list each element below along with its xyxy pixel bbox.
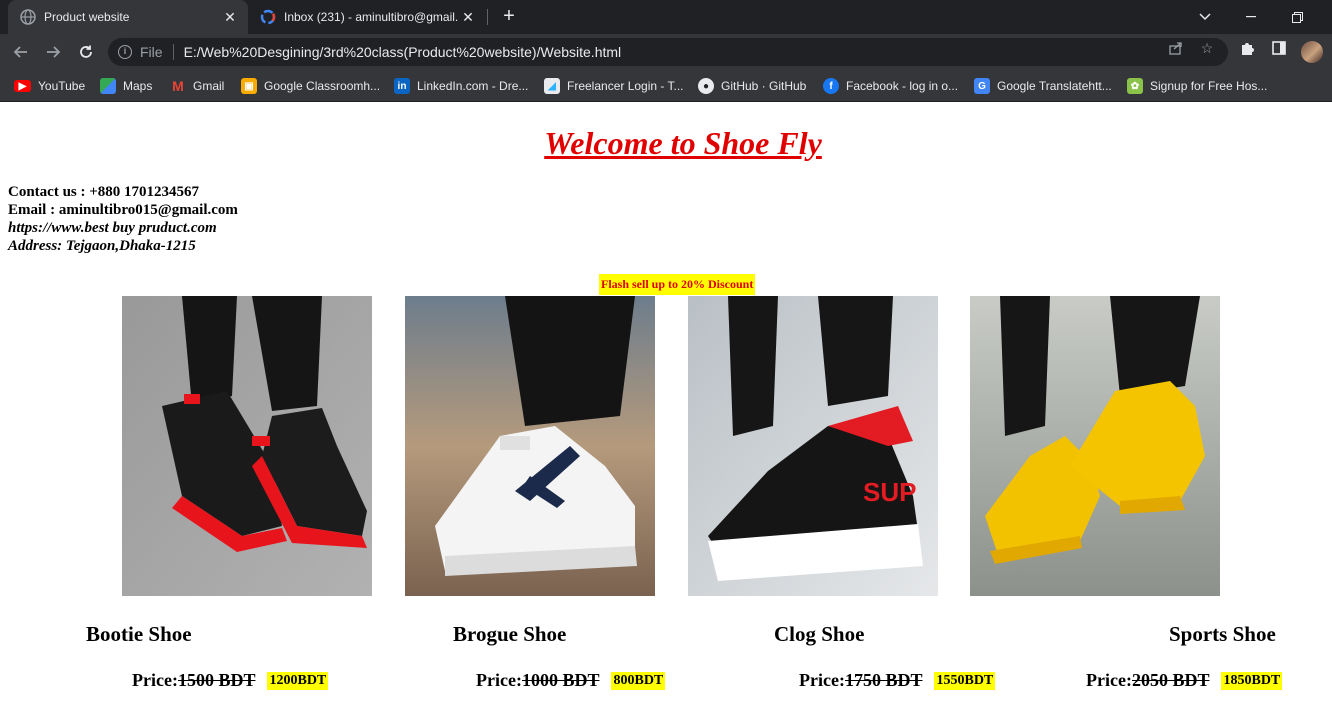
share-icon[interactable] — [1168, 40, 1184, 56]
github-icon: ● — [698, 78, 714, 94]
tab-search-icon[interactable] — [1182, 0, 1228, 34]
old-price: 1000 BDT — [521, 670, 600, 690]
facebook-icon: f — [823, 78, 839, 94]
product-price: Price: 1000 BDT 800BDT — [476, 670, 666, 691]
bookmarks-bar: ▶ YouTube Maps M Gmail ▣ Google Classroo… — [0, 70, 1332, 102]
product-image-bootie — [122, 296, 372, 596]
product-price: Price: 1750 BDT 1550BDT — [799, 670, 996, 691]
discount-price: 1550BDT — [934, 671, 996, 690]
restore-button[interactable] — [1274, 0, 1320, 34]
new-tab-button[interactable]: + — [498, 5, 520, 27]
gmail-icon — [260, 9, 276, 25]
product-price: Price: 1500 BDT 1200BDT — [132, 670, 329, 691]
price-label: Price: — [132, 670, 178, 690]
tab-divider — [487, 9, 488, 25]
bookmark-translate[interactable]: G Google Translatehtt... — [974, 76, 1112, 96]
extensions-icon[interactable] — [1239, 40, 1255, 56]
svg-text:SUP: SUP — [863, 477, 916, 507]
contact-email: Email : aminultibro015@gmail.com — [8, 202, 238, 218]
contact-phone: Contact us : +880 1701234567 — [8, 184, 200, 200]
close-tab-icon[interactable]: ✕ — [460, 9, 476, 26]
tab-strip: Product website ✕ Inbox (231) - aminulti… — [0, 0, 1332, 34]
globe-icon — [20, 9, 36, 25]
tab-title: Inbox (231) - aminultibro@gmail. — [284, 10, 459, 24]
browser-toolbar: i File E:/Web%20Desgining/3rd%20class(Pr… — [0, 34, 1332, 70]
classroom-icon: ▣ — [241, 78, 257, 94]
back-button[interactable] — [8, 39, 34, 65]
site-info-icon[interactable]: i — [118, 45, 132, 59]
product-image-brogue — [405, 296, 655, 596]
hosting-icon: ✿ — [1127, 78, 1143, 94]
freelancer-icon: ◢ — [544, 78, 560, 94]
profile-avatar[interactable] — [1301, 41, 1323, 63]
bookmark-hosting[interactable]: ✿ Signup for Free Hos... — [1127, 76, 1267, 96]
page-title: Welcome to Shoe Fly — [544, 125, 822, 161]
product-name: Sports Shoe — [1169, 622, 1276, 646]
translate-icon: G — [974, 78, 990, 94]
forward-button[interactable] — [40, 39, 66, 65]
maps-icon — [100, 78, 116, 94]
minimize-button[interactable] — [1228, 0, 1274, 34]
bookmark-facebook[interactable]: f Facebook - log in o... — [823, 76, 958, 96]
contact-address: Address: Tejgaon,Dhaka-1215 — [8, 238, 196, 254]
bookmark-maps[interactable]: Maps — [100, 76, 152, 96]
bookmark-star-icon[interactable]: ☆ — [1199, 40, 1215, 56]
product-image-sports — [970, 296, 1220, 596]
old-price: 1500 BDT — [177, 670, 256, 690]
bookmark-github[interactable]: ● GitHub · GitHub — [698, 76, 806, 96]
price-label: Price: — [476, 670, 522, 690]
bookmark-youtube[interactable]: ▶ YouTube — [14, 76, 85, 96]
discount-price: 800BDT — [611, 671, 666, 690]
side-panel-icon[interactable] — [1271, 40, 1287, 56]
price-label: Price: — [1086, 670, 1132, 690]
contact-block: Contact us : +880 1701234567 Email : ami… — [8, 183, 238, 255]
address-url: E:/Web%20Desgining/3rd%20class(Product%2… — [183, 44, 622, 60]
bookmark-linkedin[interactable]: in LinkedIn.com - Dre... — [394, 76, 528, 96]
linkedin-icon: in — [394, 78, 410, 94]
bookmark-classroom[interactable]: ▣ Google Classroomh... — [241, 76, 380, 96]
close-tab-icon[interactable]: ✕ — [222, 9, 238, 26]
address-bar[interactable]: i File E:/Web%20Desgining/3rd%20class(Pr… — [108, 38, 1228, 66]
page-content: Welcome to Shoe Fly Contact us : +880 17… — [0, 103, 1332, 723]
product-name: Clog Shoe — [774, 622, 865, 646]
discount-price: 1200BDT — [267, 671, 329, 690]
gmail-icon: M — [172, 78, 184, 94]
bookmark-freelancer[interactable]: ◢ Freelancer Login - T... — [544, 76, 684, 96]
reload-button[interactable] — [73, 39, 99, 65]
price-label: Price: — [799, 670, 845, 690]
discount-price: 1850BDT — [1221, 671, 1283, 690]
old-price: 2050 BDT — [1131, 670, 1210, 690]
product-image-clog: SUP — [688, 296, 938, 596]
product-price: Price: 2050 BDT 1850BDT — [1086, 670, 1283, 691]
contact-website: https://www.best buy pruduct.com — [8, 220, 217, 236]
bookmark-gmail[interactable]: M Gmail — [170, 76, 224, 96]
youtube-icon: ▶ — [14, 80, 31, 92]
tab-product-website[interactable]: Product website ✕ — [8, 0, 248, 34]
product-name: Bootie Shoe — [86, 622, 192, 646]
old-price: 1750 BDT — [844, 670, 923, 690]
tab-inbox[interactable]: Inbox (231) - aminultibro@gmail. ✕ — [250, 0, 486, 34]
tab-title: Product website — [44, 10, 130, 24]
address-scheme: File — [140, 44, 163, 60]
product-name: Brogue Shoe — [453, 622, 567, 646]
flash-sale-banner: Flash sell up to 20% Discount — [599, 274, 756, 295]
address-divider — [172, 44, 174, 60]
